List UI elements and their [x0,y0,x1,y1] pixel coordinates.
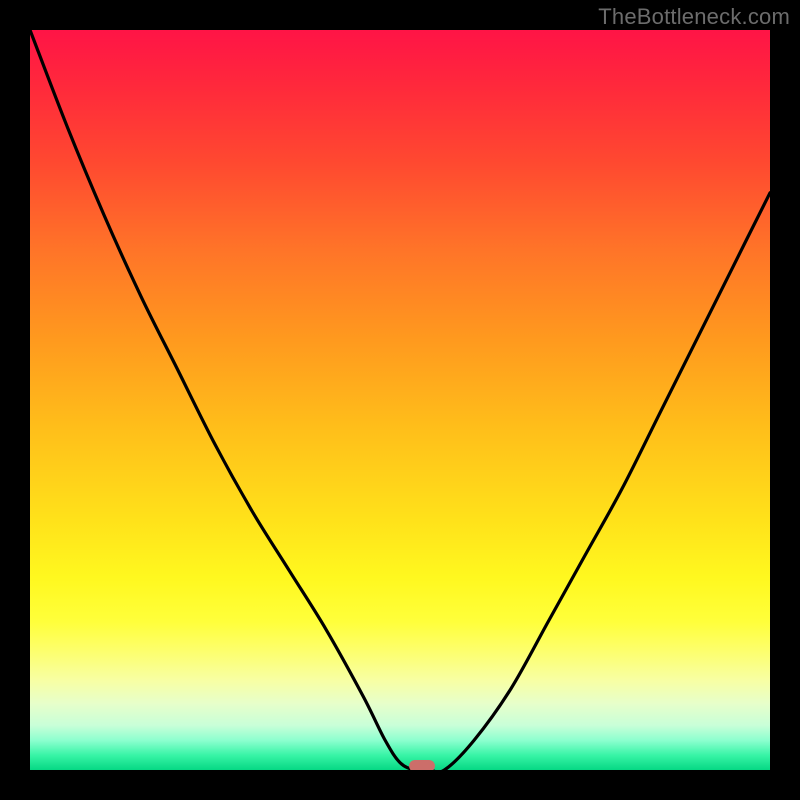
plot-area [30,30,770,770]
optimum-marker [409,760,435,770]
chart-frame: TheBottleneck.com [0,0,800,800]
watermark-text: TheBottleneck.com [598,4,790,30]
curve-svg [30,30,770,770]
curve-line [30,30,770,770]
